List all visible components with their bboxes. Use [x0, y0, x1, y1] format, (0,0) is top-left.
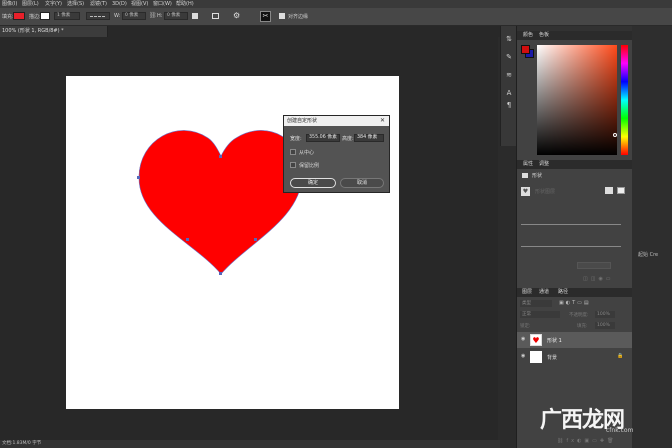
layer-name: 背景 [547, 355, 558, 361]
anchor-point[interactable] [219, 272, 222, 275]
dialog-height-input[interactable]: 384 像素 [354, 134, 384, 142]
visibility-eye-icon[interactable]: ◉ [521, 336, 525, 342]
fill-input[interactable]: 100% [595, 322, 615, 329]
lock-icon: 🔒 [617, 353, 624, 359]
tab-paths[interactable]: 路径 [558, 288, 568, 297]
hue-slider[interactable] [621, 45, 628, 155]
tab-color[interactable]: 颜色 [523, 31, 533, 40]
status-bar: 文档:1.83M/0 字节 [0, 440, 500, 448]
foreground-color[interactable] [521, 45, 530, 54]
density-slider[interactable] [521, 224, 621, 225]
select-and-mask-button[interactable] [577, 262, 611, 269]
far-right-area: 起始 Cre [632, 26, 672, 448]
from-center-label: 从中心 [299, 150, 315, 156]
color-panel [517, 40, 633, 162]
side-text: 起始 Cre [638, 252, 659, 258]
height-label: 高度: [342, 136, 354, 142]
right-panels: 颜色 色板 属性 调整 形状 ♥ 形状图层 ◫◫◉▭ 图层 通道 路径 类型 ▣… [516, 26, 633, 448]
keep-ratio-label: 保留比例 [299, 163, 320, 169]
layers-footer-icons[interactable]: ⛓fx◐▣▭✚🗑 [557, 438, 616, 444]
width-label: 宽度: [290, 136, 302, 142]
anchor-point[interactable] [219, 155, 222, 158]
dialog-width-input[interactable]: 355.06 像素 [306, 134, 340, 142]
brush-icon[interactable]: ✎ [504, 52, 514, 62]
shape-kind-icon [522, 173, 528, 178]
visibility-eye-icon[interactable]: ◉ [521, 353, 525, 359]
color-panel-tabs: 颜色 色板 [517, 31, 633, 40]
heart-shape-icon: ♥ [530, 334, 542, 346]
history-icon[interactable]: ⇅ [504, 34, 514, 44]
link-mask-icon[interactable] [605, 187, 613, 194]
layer-kind-filter[interactable]: 类型 [520, 300, 552, 307]
panel-tool-strip: ⇅ ✎ ≋ A ¶ [500, 26, 516, 146]
adjust-icon[interactable]: ≋ [504, 70, 514, 80]
fill-label-layers: 填充: [577, 324, 588, 329]
panel-icons [658, 28, 668, 74]
from-center-checkbox[interactable] [290, 149, 296, 155]
white-thumbnail [530, 351, 542, 363]
character-icon[interactable]: A [504, 88, 514, 98]
tab-adjustments[interactable]: 调整 [539, 160, 549, 169]
color-picker-marker[interactable] [613, 133, 617, 137]
filter-icons[interactable]: ▣◐T▭▤ [559, 300, 591, 306]
tab-swatches[interactable]: 色板 [539, 31, 549, 40]
tab-properties[interactable]: 属性 [523, 160, 533, 169]
lock-label: 锁定: [520, 324, 531, 329]
layer-name-label: 形状图层 [535, 189, 556, 195]
properties-panel: 形状 ♥ 形状图层 ◫◫◉▭ [517, 169, 633, 289]
close-icon[interactable]: ✕ [380, 117, 385, 124]
add-mask-icon[interactable] [617, 187, 625, 194]
heart-shape[interactable] [138, 130, 303, 275]
layer-row-shape[interactable]: ◉ ♥ 形状 1 [517, 332, 633, 348]
opacity-input[interactable]: 100% [595, 311, 615, 318]
dialog-title: 创建自定形状 [284, 116, 389, 126]
anchor-point[interactable] [254, 238, 257, 241]
blend-mode-dropdown[interactable]: 正常 [520, 311, 560, 318]
heart-thumbnail-icon: ♥ [521, 187, 530, 196]
create-custom-shape-dialog: 创建自定形状 ✕ 宽度: 355.06 像素 高度: 384 像素 从中心 保留… [283, 115, 390, 193]
anchor-point[interactable] [186, 238, 189, 241]
tab-layers[interactable]: 图层 [522, 288, 532, 297]
ok-button[interactable]: 确定 [290, 178, 336, 188]
keep-ratio-checkbox[interactable] [290, 162, 296, 168]
tab-channels[interactable]: 通道 [539, 288, 549, 297]
layer-name: 形状 1 [547, 338, 562, 344]
properties-panel-tabs: 属性 调整 [517, 160, 633, 169]
opacity-label: 不透明度: [569, 313, 589, 318]
layer-row-background[interactable]: ◉ 背景 🔒 [517, 349, 633, 365]
mask-actions-icons[interactable]: ◫◫◉▭ [583, 276, 614, 282]
cancel-button[interactable]: 取消 [340, 178, 384, 188]
watermark-url: cfnk.com [606, 427, 634, 434]
feather-slider[interactable] [521, 246, 621, 247]
kind-label: 形状 [532, 173, 543, 179]
color-field[interactable] [537, 45, 617, 155]
anchor-point[interactable] [137, 176, 140, 179]
layers-panel-tabs: 图层 通道 路径 [517, 288, 633, 297]
paragraph-icon[interactable]: ¶ [504, 100, 514, 110]
